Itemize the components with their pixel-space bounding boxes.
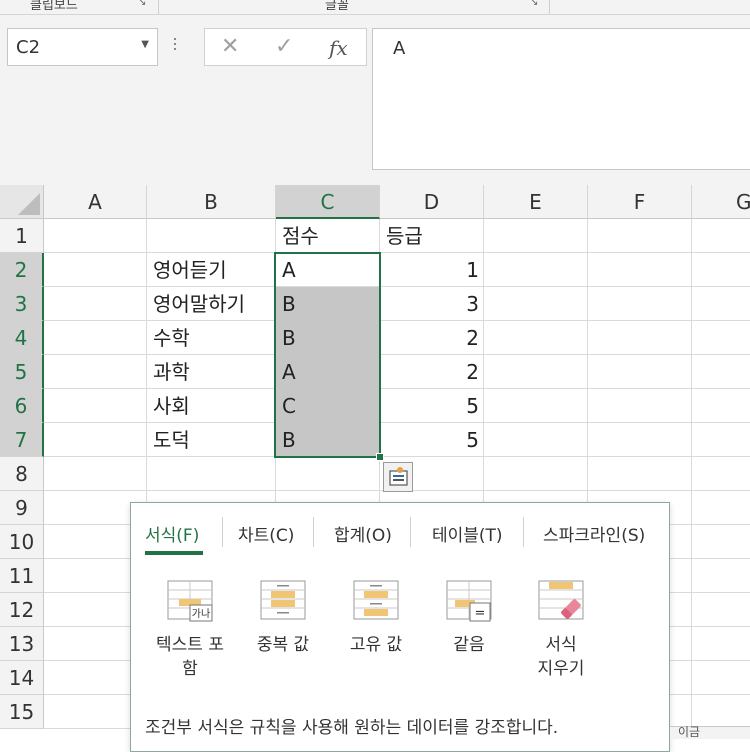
row-header-4[interactable]: 4 [0, 321, 44, 355]
row-header-6[interactable]: 6 [0, 389, 44, 423]
duplicate-values-label: 중복 값 [256, 635, 310, 655]
sheet-tab-area: 이금 [670, 723, 750, 740]
unique-values-icon [353, 580, 399, 620]
formula-bar-area: C2 ▼ ✕ ✓ fx A [0, 15, 750, 185]
cell-b5[interactable]: 과학 [147, 355, 276, 389]
row-header-12[interactable]: 12 [0, 593, 44, 627]
more-options-icon[interactable] [172, 35, 178, 55]
formula-content: A [393, 38, 406, 59]
dialog-launcher-icon[interactable]: ↘ [138, 0, 146, 8]
selection-border [274, 252, 381, 458]
cell-b6[interactable]: 사회 [147, 389, 276, 423]
quick-analysis-icon [389, 467, 408, 486]
row-header-1[interactable]: 1 [0, 219, 44, 253]
active-tab-indicator [145, 551, 203, 555]
clear-format-label: 서식 지우기 [537, 635, 585, 679]
row-header-5[interactable]: 5 [0, 355, 44, 389]
svg-text:가나: 가나 [192, 608, 210, 620]
row-header-11[interactable]: 11 [0, 559, 44, 593]
ribbon-group-font: 글꼴 [325, 0, 349, 13]
close-icon[interactable]: ✕ [221, 35, 239, 59]
equal-to-icon: = [446, 580, 492, 622]
cell-d1[interactable]: 등급 [380, 219, 484, 253]
check-icon[interactable]: ✓ [275, 35, 293, 59]
ribbon-group-clipboard: 클립보드 [30, 0, 78, 13]
tab-sparklines[interactable]: 스파크라인(S) [543, 521, 645, 546]
equal-to-label: 같음 [453, 635, 485, 655]
cell-d2[interactable]: 1 [380, 253, 484, 287]
select-all-button[interactable] [0, 185, 44, 219]
text-contains-option[interactable]: 가나 텍스트 포함 [150, 579, 230, 681]
ribbon-strip: 클립보드 ↘ 글꼴 ↘ [0, 0, 750, 15]
column-header-c[interactable]: C [276, 185, 380, 219]
cell-d6[interactable]: 5 [380, 389, 484, 423]
name-box-value: C2 [16, 37, 41, 58]
tab-totals[interactable]: 합계(O) [334, 521, 392, 546]
sheet-tab-label[interactable]: 이금 [678, 723, 700, 740]
fill-handle[interactable] [376, 453, 384, 461]
column-header-e[interactable]: E [484, 185, 588, 219]
row-header-9[interactable]: 9 [0, 491, 44, 525]
clear-format-icon [538, 580, 584, 620]
unique-values-label: 고유 값 [349, 635, 403, 655]
row-header-13[interactable]: 13 [0, 627, 44, 661]
formula-input[interactable]: A [372, 28, 750, 170]
dialog-launcher-icon[interactable]: ↘ [530, 0, 538, 8]
quick-analysis-panel: 서식(F) 차트(C) 합계(O) 테이블(T) 스파크라인(S) 가나 텍스트… [130, 502, 670, 752]
unique-values-option[interactable]: 고유 값 [336, 579, 416, 657]
ribbon-separator [158, 0, 159, 14]
cell-b3[interactable]: 영어말하기 [147, 287, 276, 321]
clear-format-option[interactable]: 서식 지우기 [521, 579, 601, 681]
column-header-a[interactable]: A [44, 185, 147, 219]
cell-d5[interactable]: 2 [380, 355, 484, 389]
row-header-8[interactable]: 8 [0, 457, 44, 491]
row-header-3[interactable]: 3 [0, 287, 44, 321]
formula-buttons: ✕ ✓ fx [204, 28, 367, 66]
text-contains-icon: 가나 [167, 580, 213, 622]
row-header-15[interactable]: 15 [0, 695, 44, 729]
column-header-f[interactable]: F [588, 185, 692, 219]
tab-tables[interactable]: 테이블(T) [432, 521, 503, 546]
row-header-7[interactable]: 7 [0, 423, 44, 457]
tab-charts[interactable]: 차트(C) [238, 521, 294, 546]
duplicate-values-option[interactable]: 중복 값 [243, 579, 323, 657]
cell-b4[interactable]: 수학 [147, 321, 276, 355]
ribbon-separator [549, 0, 550, 14]
column-header-d[interactable]: D [380, 185, 484, 219]
tab-formatting[interactable]: 서식(F) [145, 521, 199, 546]
cell-b7[interactable]: 도덕 [147, 423, 276, 457]
row-header-14[interactable]: 14 [0, 661, 44, 695]
column-header-b[interactable]: B [147, 185, 276, 219]
cell-d4[interactable]: 2 [380, 321, 484, 355]
cell-d3[interactable]: 3 [380, 287, 484, 321]
duplicate-values-icon [260, 580, 306, 620]
name-box[interactable]: C2 ▼ [7, 28, 158, 66]
cell-c1[interactable]: 점수 [276, 219, 380, 253]
svg-text:=: = [475, 606, 486, 621]
cell-d7[interactable]: 5 [380, 423, 484, 457]
equal-to-option[interactable]: = 같음 [429, 579, 509, 657]
insert-function-button[interactable]: fx [329, 36, 348, 60]
quick-analysis-button[interactable] [383, 462, 413, 492]
quick-analysis-description: 조건부 서식은 규칙을 사용해 원하는 데이터를 강조합니다. [145, 718, 559, 738]
row-header-2[interactable]: 2 [0, 253, 44, 287]
cell-b2[interactable]: 영어듣기 [147, 253, 276, 287]
row-header-10[interactable]: 10 [0, 525, 44, 559]
column-header-g[interactable]: G [692, 185, 750, 219]
chevron-down-icon[interactable]: ▼ [141, 39, 149, 50]
text-contains-label: 텍스트 포함 [156, 635, 224, 679]
